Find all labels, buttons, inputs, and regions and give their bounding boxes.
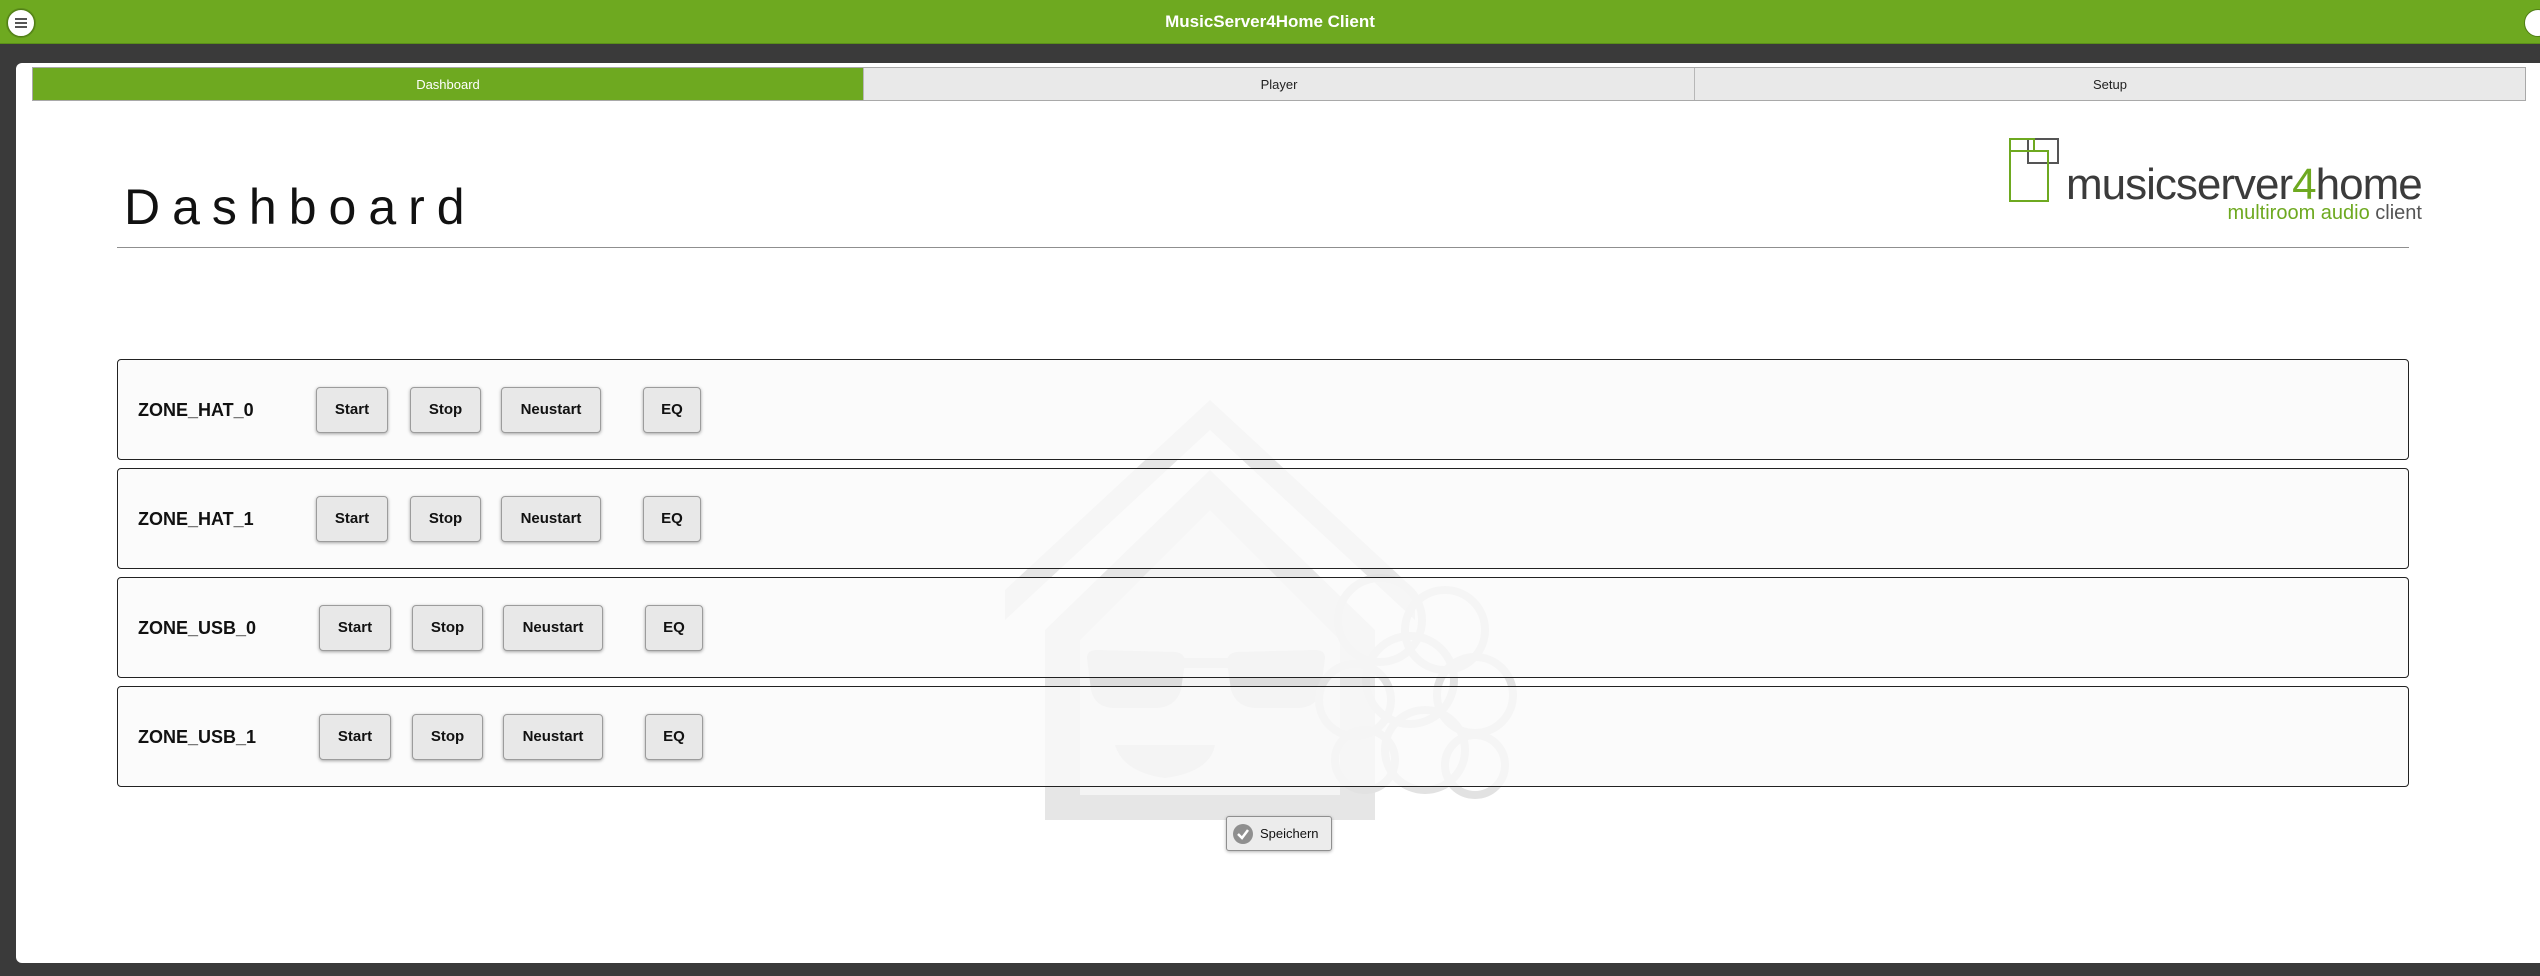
- zone-eq-button[interactable]: EQ: [645, 714, 703, 760]
- zone-restart-button[interactable]: Neustart: [501, 496, 601, 542]
- zone-restart-button[interactable]: Neustart: [501, 387, 601, 433]
- zone-stop-button[interactable]: Stop: [412, 714, 483, 760]
- page-title: Dashboard: [124, 179, 477, 235]
- zone-start-button[interactable]: Start: [316, 387, 388, 433]
- tab-player[interactable]: Player: [863, 68, 1694, 100]
- zone-restart-button[interactable]: Neustart: [503, 714, 603, 760]
- save-button-label: Speichern: [1260, 826, 1319, 841]
- zone-start-button[interactable]: Start: [319, 605, 391, 651]
- tab-setup[interactable]: Setup: [1694, 68, 2525, 100]
- zone-eq-button[interactable]: EQ: [645, 605, 703, 651]
- zone-stop-button[interactable]: Stop: [410, 496, 481, 542]
- zone-restart-button[interactable]: Neustart: [503, 605, 603, 651]
- tab-bar: Dashboard Player Setup: [32, 67, 2526, 101]
- zone-name: ZONE_USB_0: [138, 618, 257, 638]
- brand-logo: musicserver4home multiroom audio client: [2008, 137, 2428, 227]
- save-button[interactable]: Speichern: [1226, 816, 1332, 851]
- logo-tagline: multiroom audio client: [2227, 202, 2422, 224]
- zone-card: ZONE_HAT_1 Start Stop Neustart EQ: [117, 468, 2409, 569]
- zone-start-button[interactable]: Start: [319, 714, 391, 760]
- zone-card: ZONE_USB_1 Start Stop Neustart EQ: [117, 686, 2409, 787]
- app-title: MusicServer4Home Client: [1165, 12, 1375, 31]
- zone-name: ZONE_HAT_0: [138, 400, 254, 420]
- zone-stop-button[interactable]: Stop: [410, 387, 481, 433]
- zone-card: ZONE_HAT_0 Start Stop Neustart EQ: [117, 359, 2409, 460]
- zone-stop-button[interactable]: Stop: [412, 605, 483, 651]
- check-icon: [1233, 824, 1253, 844]
- zone-name: ZONE_HAT_1: [138, 509, 254, 529]
- logo-wordmark: musicserver4home: [2066, 160, 2423, 209]
- zone-name: ZONE_USB_1: [138, 727, 257, 747]
- zone-card: ZONE_USB_0 Start Stop Neustart EQ: [117, 577, 2409, 678]
- zone-eq-button[interactable]: EQ: [643, 387, 701, 433]
- tab-dashboard[interactable]: Dashboard: [33, 68, 863, 100]
- title-divider: [117, 247, 2409, 248]
- zone-start-button[interactable]: Start: [316, 496, 388, 542]
- zone-eq-button[interactable]: EQ: [643, 496, 701, 542]
- top-bar: MusicServer4Home Client: [0, 0, 2540, 44]
